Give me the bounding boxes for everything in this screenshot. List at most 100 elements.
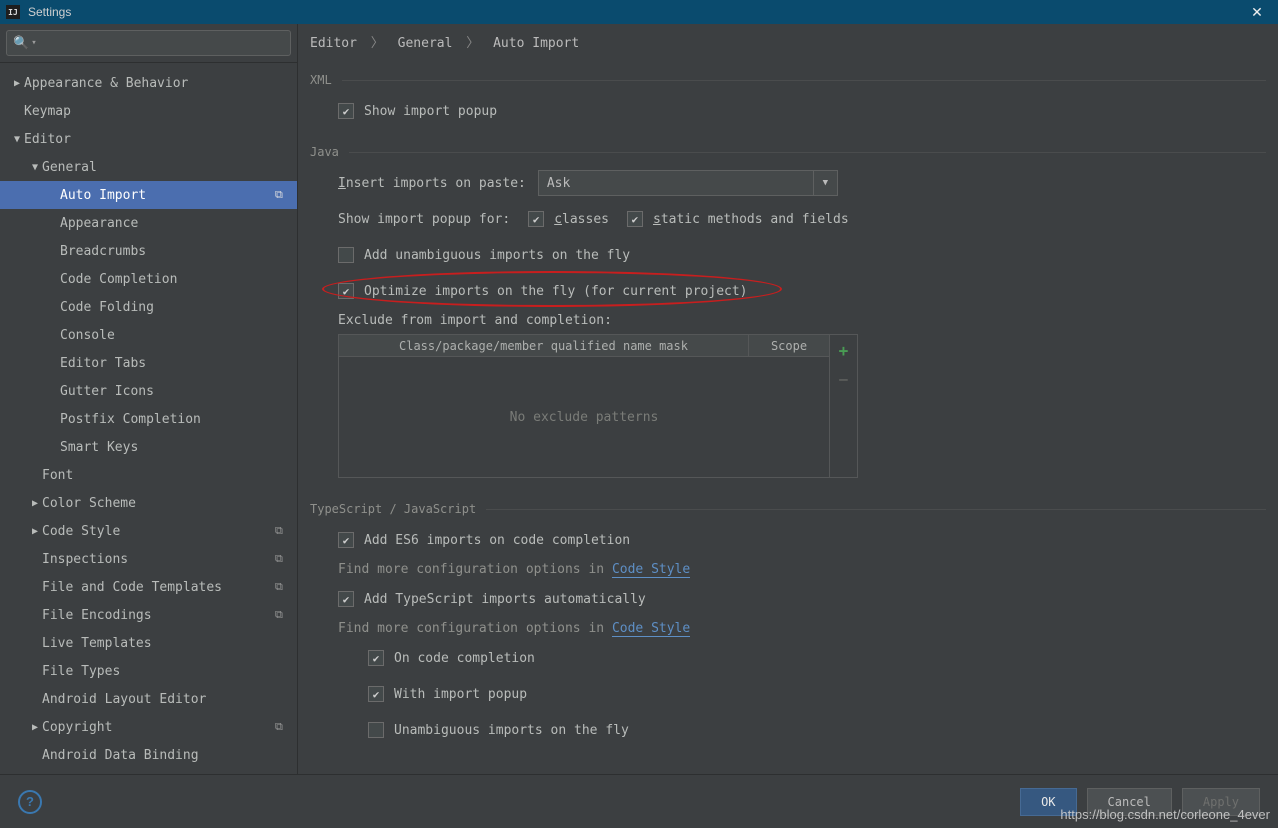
sidebar-item-label: File Types <box>42 664 289 679</box>
app-icon: IJ <box>6 5 20 19</box>
sidebar-item-label: Live Templates <box>42 636 289 651</box>
sidebar-item-label: Smart Keys <box>60 440 289 455</box>
sidebar-item[interactable]: Font <box>0 461 297 489</box>
checkbox-label: classes <box>554 212 609 227</box>
sidebar-item-label: Font <box>42 468 289 483</box>
sidebar-item[interactable]: ▼Editor <box>0 125 297 153</box>
popup-for-label: Show import popup for: <box>338 212 510 227</box>
sidebar-item[interactable]: Code Completion <box>0 265 297 293</box>
breadcrumb-seg[interactable]: Auto Import <box>493 36 579 51</box>
sidebar-item-label: Keymap <box>24 104 289 119</box>
sidebar-item[interactable]: ▶Copyright⧉ <box>0 713 297 741</box>
project-scope-icon: ⧉ <box>275 720 289 734</box>
insert-imports-dropdown[interactable]: Ask ▼ <box>538 170 838 196</box>
checkbox-label: With import popup <box>394 687 527 702</box>
chevron-right-icon: ▶ <box>10 78 24 89</box>
sidebar-item[interactable]: ▶Appearance & Behavior <box>0 69 297 97</box>
column-header[interactable]: Scope <box>749 335 829 356</box>
sidebar-item[interactable]: Editor Tabs <box>0 349 297 377</box>
chevron-right-icon: ▶ <box>28 498 42 509</box>
chevron-down-icon: ▼ <box>813 171 837 195</box>
sidebar-item[interactable]: Live Templates <box>0 629 297 657</box>
sidebar-item-label: Copyright <box>42 720 275 735</box>
table-empty: No exclude patterns <box>339 357 829 477</box>
remove-icon: − <box>839 370 849 389</box>
exclude-label: Exclude from import and completion: <box>338 313 1266 328</box>
titlebar: IJ Settings ✕ <box>0 0 1278 24</box>
sidebar-item-label: Postfix Completion <box>60 412 289 427</box>
search-field[interactable] <box>37 36 284 50</box>
add-icon[interactable]: + <box>839 341 849 360</box>
sidebar-item[interactable]: Keymap <box>0 97 297 125</box>
sidebar-item[interactable]: Console <box>0 321 297 349</box>
checkbox-unambiguous-imports[interactable] <box>368 722 384 738</box>
checkbox-add-unambiguous[interactable] <box>338 247 354 263</box>
section-java: Java <box>298 145 1278 159</box>
sidebar-item[interactable]: Auto Import⧉ <box>0 181 297 209</box>
sidebar-item-label: Android Layout Editor <box>42 692 289 707</box>
sidebar-item-label: Code Completion <box>60 272 289 287</box>
checkbox-label: On code completion <box>394 651 535 666</box>
project-scope-icon: ⧉ <box>275 188 289 202</box>
sidebar-item[interactable]: ▶Code Style⧉ <box>0 517 297 545</box>
sidebar-item[interactable]: Android Layout Editor <box>0 685 297 713</box>
sidebar-item[interactable]: Android Data Binding <box>0 741 297 769</box>
checkbox-add-es6[interactable] <box>338 532 354 548</box>
sidebar-item[interactable]: Inspections⧉ <box>0 545 297 573</box>
checkbox-add-ts[interactable] <box>338 591 354 607</box>
sidebar-item[interactable]: ▶Color Scheme <box>0 489 297 517</box>
sidebar-item[interactable]: Code Folding <box>0 293 297 321</box>
sidebar-item-label: Code Style <box>42 524 275 539</box>
code-style-link[interactable]: Code Style <box>612 562 690 578</box>
breadcrumb-seg[interactable]: Editor <box>310 36 357 51</box>
insert-imports-label: Insert imports on paste: <box>338 176 526 191</box>
breadcrumb: Editor 〉 General 〉 Auto Import <box>298 32 1278 65</box>
sidebar-item[interactable]: Breadcrumbs <box>0 237 297 265</box>
sidebar-item-label: Console <box>60 328 289 343</box>
chevron-down-icon: ▼ <box>28 162 42 173</box>
search-icon: 🔍 <box>13 36 29 51</box>
content-panel: Editor 〉 General 〉 Auto Import XML Show … <box>298 24 1278 774</box>
sidebar-item-label: General <box>42 160 289 175</box>
sidebar-item[interactable]: Appearance <box>0 209 297 237</box>
window-title: Settings <box>28 5 71 19</box>
section-xml: XML <box>298 73 1278 87</box>
footer: ? OK Cancel Apply <box>0 774 1278 828</box>
search-input[interactable]: 🔍 ▾ <box>6 30 291 56</box>
sidebar-item-label: Editor <box>24 132 289 147</box>
checkbox-label: Unambiguous imports on the fly <box>394 723 629 738</box>
checkbox-label: Optimize imports on the fly (for current… <box>364 284 748 299</box>
chevron-right-icon: ▶ <box>28 526 42 537</box>
checkbox-classes[interactable] <box>528 211 544 227</box>
sidebar-item-label: Android Data Binding <box>42 748 289 763</box>
sidebar-item[interactable]: Gutter Icons <box>0 377 297 405</box>
code-style-link[interactable]: Code Style <box>612 621 690 637</box>
checkbox-xml-show-popup[interactable] <box>338 103 354 119</box>
checkbox-optimize-imports[interactable] <box>338 283 354 299</box>
column-header[interactable]: Class/package/member qualified name mask <box>339 335 749 356</box>
sidebar-item-label: Gutter Icons <box>60 384 289 399</box>
checkbox-static[interactable] <box>627 211 643 227</box>
sidebar-item[interactable]: ▼General <box>0 153 297 181</box>
breadcrumb-seg[interactable]: General <box>398 36 453 51</box>
sidebar-item[interactable]: File Encodings⧉ <box>0 601 297 629</box>
sidebar-item-label: Code Folding <box>60 300 289 315</box>
cancel-button[interactable]: Cancel <box>1087 788 1172 816</box>
sidebar-item[interactable]: File and Code Templates⧉ <box>0 573 297 601</box>
hint-text: Find more configuration options in Code … <box>338 621 1266 636</box>
ok-button[interactable]: OK <box>1020 788 1076 816</box>
sidebar-item-label: Inspections <box>42 552 275 567</box>
project-scope-icon: ⧉ <box>275 580 289 594</box>
sidebar-item[interactable]: File Types <box>0 657 297 685</box>
checkbox-on-code-completion[interactable] <box>368 650 384 666</box>
close-icon[interactable]: ✕ <box>1242 4 1272 21</box>
checkbox-with-import-popup[interactable] <box>368 686 384 702</box>
sidebar: 🔍 ▾ ▶Appearance & BehaviorKeymap▼Editor▼… <box>0 24 298 774</box>
sidebar-item[interactable]: Smart Keys <box>0 433 297 461</box>
help-icon[interactable]: ? <box>18 790 42 814</box>
breadcrumb-sep-icon: 〉 <box>371 36 384 51</box>
sidebar-item-label: File Encodings <box>42 608 275 623</box>
settings-tree: ▶Appearance & BehaviorKeymap▼Editor▼Gene… <box>0 63 297 774</box>
sidebar-item[interactable]: Postfix Completion <box>0 405 297 433</box>
checkbox-label: Show import popup <box>364 104 497 119</box>
